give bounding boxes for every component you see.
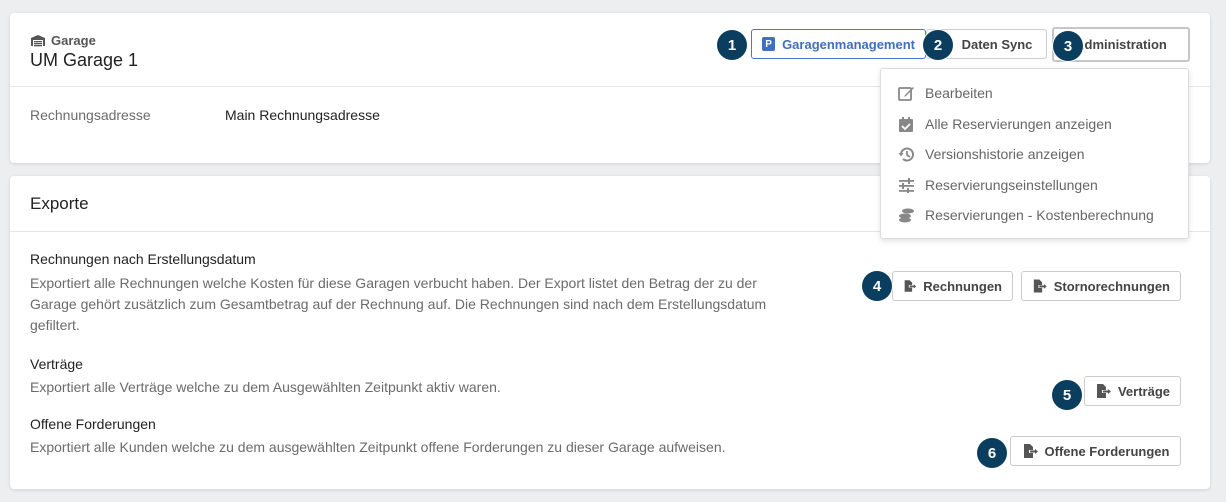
garagenmanagement-label: Garagenmanagement <box>782 36 915 52</box>
section-heading-forderungen: Offene Forderungen <box>30 416 156 432</box>
billing-address-value: Main Rechnungsadresse <box>225 107 380 123</box>
menu-item-kostenberechnung[interactable]: Reservierungen - Kostenberechnung <box>897 203 1154 227</box>
page-title: UM Garage 1 <box>30 50 139 70</box>
edit-icon <box>897 84 915 102</box>
menu-item-versionshistorie[interactable]: Versionshistorie anzeigen <box>897 142 1085 166</box>
export-rechnungen-button[interactable]: Rechnungen <box>892 271 1013 301</box>
menu-item-reservierungseinstellungen[interactable]: Reservierungseinstellungen <box>897 173 1098 197</box>
administration-label: Administration <box>1075 37 1167 52</box>
annotation-badge-5: 5 <box>1052 380 1082 410</box>
menu-item-bearbeiten[interactable]: Bearbeiten <box>897 81 993 105</box>
export-stornorechnungen-button[interactable]: Stornorechnungen <box>1021 271 1181 301</box>
export-offene-forderungen-button[interactable]: Offene Forderungen <box>1010 436 1181 466</box>
export-rechnungen-label: Rechnungen <box>923 278 1002 294</box>
annotation-badge-2: 2 <box>923 30 953 60</box>
garage-label: Garage <box>30 33 96 48</box>
garage-label-text: Garage <box>51 33 96 48</box>
annotation-badge-3: 3 <box>1053 31 1083 61</box>
menu-item-alle-reservierungen[interactable]: Alle Reservierungen anzeigen <box>897 112 1112 136</box>
menu-item-label: Versionshistorie anzeigen <box>925 146 1085 162</box>
menu-item-label: Bearbeiten <box>925 85 993 101</box>
billing-address-label: Rechnungsadresse <box>30 107 151 123</box>
parking-icon: P <box>762 37 776 51</box>
sliders-icon <box>897 176 915 194</box>
file-export-icon <box>904 280 917 292</box>
file-export-icon <box>1096 384 1111 398</box>
export-stornorechnungen-label: Stornorechnungen <box>1053 278 1170 294</box>
calendar-check-icon <box>897 115 915 133</box>
daten-sync-label: Daten Sync <box>961 36 1033 52</box>
menu-item-label: Reservierungseinstellungen <box>925 177 1098 193</box>
section-description-forderungen: Exportiert alle Kunden welche zu dem aus… <box>30 439 726 455</box>
file-export-icon <box>1023 444 1038 458</box>
section-heading-vertraege: Verträge <box>30 356 83 372</box>
menu-item-label: Reservierungen - Kostenberechnung <box>925 207 1154 223</box>
annotation-badge-4: 4 <box>862 271 892 301</box>
coins-icon <box>897 206 915 224</box>
file-export-icon <box>1033 279 1047 293</box>
section-description-vertraege: Exportiert alle Verträge welche zu dem A… <box>30 379 501 395</box>
history-icon <box>897 145 915 163</box>
export-vertraege-button[interactable]: Verträge <box>1084 376 1181 406</box>
garage-icon <box>31 35 45 47</box>
annotation-badge-6: 6 <box>977 438 1007 468</box>
export-offene-forderungen-label: Offene Forderungen <box>1044 443 1170 459</box>
export-vertraege-label: Verträge <box>1117 383 1170 399</box>
administration-dropdown: Bearbeiten Alle Reservierungen anzeigen … <box>880 68 1189 239</box>
garagenmanagement-button[interactable]: P Garagenmanagement <box>751 29 926 59</box>
exports-title: Exporte <box>30 194 89 213</box>
menu-item-label: Alle Reservierungen anzeigen <box>925 116 1112 132</box>
annotation-badge-1: 1 <box>717 30 747 60</box>
section-heading-rechnungen: Rechnungen nach Erstellungsdatum <box>30 251 256 267</box>
section-description-rechnungen: Exportiert alle Rechnungen welche Kosten… <box>30 275 767 333</box>
